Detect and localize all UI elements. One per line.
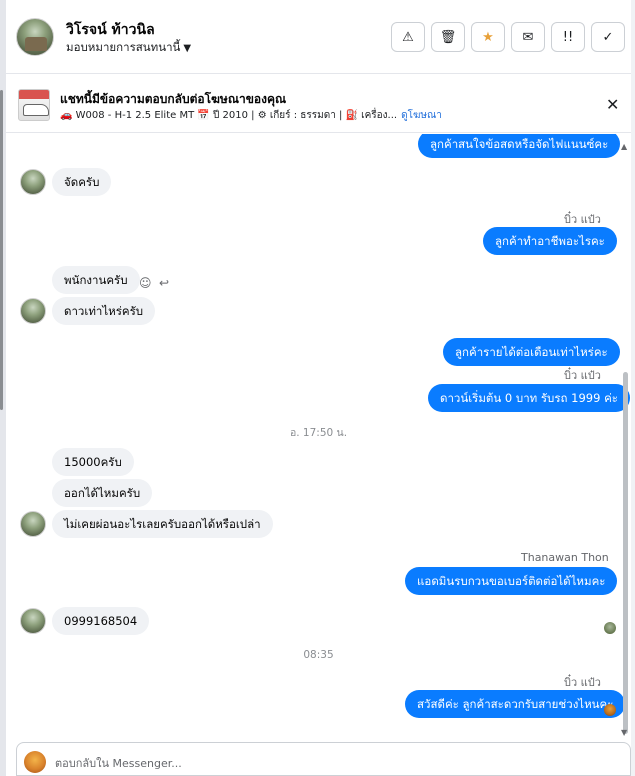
sender-name: บิ๋ว แป๋ว (564, 213, 601, 226)
header-actions: ⚠ 🗑 ★ ✉ !! ✓ (391, 22, 625, 52)
timestamp: อ. 17:50 น. (289, 427, 348, 439)
right-frame (631, 0, 635, 776)
conversation-header: วิโรจน์ ท้าวนิล มอบหมายการสนทนานี้ ▼ ⚠ 🗑 … (6, 0, 631, 74)
message-bubble-outgoing[interactable]: สวัสดีค่ะ ลูกค้าสะดวกรับสายช่วงไหนคะ (405, 690, 626, 718)
follow-up-button[interactable]: !! (551, 22, 585, 52)
message-bubble-outgoing[interactable]: แอดมินรบกวนขอเบอร์ติดต่อได้ไหมคะ (405, 567, 618, 595)
trash-icon: 🗑 (439, 29, 457, 45)
scroll-down-arrow-icon[interactable]: ▼ (621, 728, 627, 737)
contact-avatar[interactable] (16, 18, 54, 56)
ad-details: 🚗 W008 - H-1 2.5 Elite MT 📅 ปี 2010 | ⚙ … (60, 108, 442, 123)
scroll-up-arrow-icon[interactable]: ▲ (621, 142, 627, 151)
contact-avatar-small[interactable] (20, 511, 46, 537)
ad-reply-banner: แชทนี้มีข้อความตอบกลับต่อโฆษณาของคุณ 🚗 W… (6, 75, 631, 133)
assign-conversation-dropdown[interactable]: มอบหมายการสนทนานี้ ▼ (66, 39, 191, 57)
contact-avatar-small[interactable] (20, 169, 46, 195)
ad-banner-title: แชทนี้มีข้อความตอบกลับต่อโฆษณาของคุณ (60, 92, 287, 106)
ad-details-text: 🚗 W008 - H-1 2.5 Elite MT 📅 ปี 2010 | ⚙ … (60, 110, 398, 121)
star-button[interactable]: ★ (471, 22, 505, 52)
message-bubble-outgoing[interactable]: ลูกค้าสนใจข้อสดหรือจัดไฟแนนซ์คะ (418, 134, 621, 158)
star-icon: ★ (482, 29, 494, 45)
sender-name: Thanawan Thon (521, 551, 609, 564)
page-avatar (24, 751, 46, 773)
timestamp: 08:35 (303, 649, 334, 661)
smiley-icon[interactable]: ☺ (139, 276, 152, 290)
sender-name: บิ๋ว แป๋ว (564, 676, 601, 689)
contact-avatar-small[interactable] (20, 298, 46, 324)
read-receipt-avatar (604, 622, 616, 634)
message-thread[interactable]: ลูกค้าสนใจข้อสดหรือจัดไฟแนนซ์คะ จัดครับ … (6, 134, 631, 738)
message-bubble-incoming[interactable]: จัดครับ (52, 168, 112, 196)
close-icon[interactable]: ✕ (606, 95, 619, 114)
message-bubble-incoming[interactable]: 15000ครับ (52, 448, 134, 476)
mark-done-button[interactable]: ✓ (591, 22, 625, 52)
message-bubble-incoming[interactable]: 0999168504 (52, 607, 150, 635)
messenger-reply-input[interactable] (55, 757, 615, 770)
envelope-icon: ✉ (522, 29, 534, 45)
message-bubble-outgoing[interactable]: ลูกค้ารายได้ต่อเดือนเท่าไหร่คะ (443, 338, 620, 366)
chat-scrollbar-thumb[interactable] (623, 372, 628, 734)
contact-avatar-small[interactable] (20, 608, 46, 634)
ad-thumbnail[interactable] (18, 89, 50, 121)
message-bubble-incoming[interactable]: ออกได้ไหมครับ (52, 479, 153, 507)
read-receipt-avatar (604, 704, 616, 716)
message-bubble-outgoing[interactable]: ลูกค้าทำอาชีพอะไรคะ (483, 227, 617, 255)
left-scrollbar[interactable] (0, 90, 3, 410)
chevron-down-icon: ▼ (183, 43, 192, 54)
report-button[interactable]: ⚠ (391, 22, 425, 52)
reply-icon[interactable]: ↩ (159, 276, 169, 290)
message-bubble-incoming[interactable]: ไม่เคยผ่อนอะไรเลยครับออกได้หรือเปล่า (52, 510, 273, 538)
view-ad-link[interactable]: ดูโฆษณา (401, 110, 442, 121)
delete-button[interactable]: 🗑 (431, 22, 465, 52)
message-bubble-outgoing[interactable]: ดาวน์เริ่มต้น 0 บาท รับรถ 1999 ค่ะ (428, 384, 630, 412)
exclamation-icon: !! (562, 29, 574, 45)
contact-name[interactable]: วิโรจน์ ท้าวนิล (66, 19, 155, 41)
message-bubble-incoming[interactable]: พนักงานครับ (52, 266, 140, 294)
assign-label: มอบหมายการสนทนานี้ (66, 40, 181, 54)
check-icon: ✓ (602, 29, 614, 45)
mark-unread-button[interactable]: ✉ (511, 22, 545, 52)
warning-icon: ⚠ (402, 29, 414, 45)
reply-composer (16, 742, 631, 776)
sender-name: บิ๋ว แป๋ว (564, 369, 601, 382)
message-bubble-incoming[interactable]: ดาวเท่าไหร่ครับ (52, 297, 156, 325)
